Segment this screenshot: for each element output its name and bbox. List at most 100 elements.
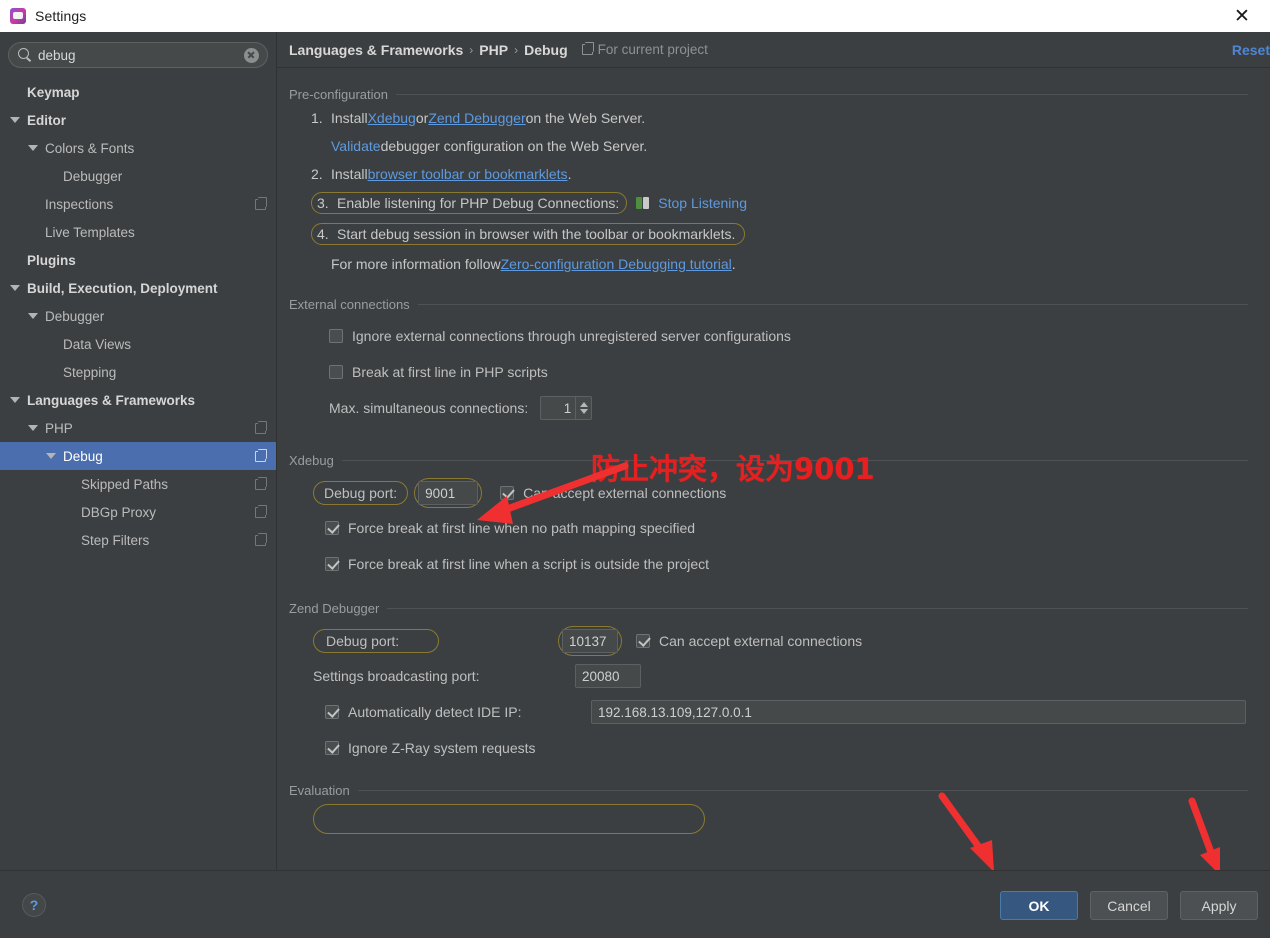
zend-debug-port-row: Debug port: 10137 Can accept external co… [313, 624, 1270, 658]
sidebar-item-label: Colors & Fonts [45, 140, 135, 156]
sidebar-item-stepping[interactable]: Stepping [0, 358, 276, 386]
browser-toolbar-link[interactable]: browser toolbar or bookmarklets [368, 166, 568, 182]
step-number: 3. [317, 195, 329, 211]
clear-icon[interactable] [244, 47, 259, 63]
zend-broadcast-row: Settings broadcasting port: 20080 [313, 658, 1270, 694]
breadcrumb-item-2[interactable]: Debug [524, 42, 568, 58]
settings-tree: Keymap Editor Colors & Fonts Debugger Inspec… [0, 78, 276, 554]
xdebug-debug-port-input[interactable]: 9001 [418, 481, 479, 505]
search-icon [17, 47, 33, 63]
zend-ignore-zray-row[interactable]: Ignore Z-Ray system requests [313, 730, 1270, 766]
chevron-down-icon[interactable] [46, 451, 57, 462]
break-first-line-label: Break at first line in PHP scripts [352, 364, 548, 380]
preconfig-more-info: For more information follow Zero-configu… [311, 250, 1270, 278]
step-text-pre: Install [331, 166, 368, 182]
settings-dialog: Settings ✕ Keymap Editor Colors & Fonts Deb… [0, 0, 1270, 938]
force-break-no-mapping-checkbox[interactable] [325, 521, 339, 535]
preconfig-step-3: 3. Enable listening for PHP Debug Connec… [311, 188, 1270, 218]
phpstorm-logo-icon [10, 8, 26, 24]
sidebar-item-inspections[interactable]: Inspections [0, 190, 276, 218]
stop-listening-link[interactable]: Stop Listening [658, 195, 747, 211]
sidebar-item-php[interactable]: PHP [0, 414, 276, 442]
cancel-button[interactable]: Cancel [1090, 891, 1168, 920]
chevron-down-icon[interactable] [10, 395, 21, 406]
project-scope-label: For current project [597, 42, 708, 57]
sidebar-item-label: Inspections [45, 196, 114, 212]
break-first-line-checkbox[interactable] [329, 365, 343, 379]
force-break-no-mapping-label: Force break at first line when no path m… [348, 520, 696, 536]
break-first-line-row[interactable]: Break at first line in PHP scripts [329, 354, 1270, 390]
sidebar-item-skipped-paths[interactable]: Skipped Paths [0, 470, 276, 498]
force-break-outside-label: Force break at first line when a script … [348, 556, 710, 572]
chevron-down-icon[interactable] [10, 115, 21, 126]
search-input[interactable] [38, 44, 244, 66]
sidebar-item-data-views[interactable]: Data Views [0, 330, 276, 358]
validate-link[interactable]: Validate [331, 138, 381, 154]
sidebar-item-label: Live Templates [45, 224, 135, 240]
zend-broadcast-input[interactable]: 20080 [575, 664, 641, 688]
preconfig-step-2: 2. Install browser toolbar or bookmarkle… [311, 160, 1270, 188]
chevron-down-icon[interactable] [28, 143, 39, 154]
close-icon[interactable]: ✕ [1220, 0, 1264, 32]
ignore-external-connections-row[interactable]: Ignore external connections through unre… [329, 318, 1270, 354]
chevron-down-icon[interactable] [28, 311, 39, 322]
zend-auto-detect-ip-checkbox[interactable] [325, 705, 339, 719]
sidebar-item-dbgp-proxy[interactable]: DBGp Proxy [0, 498, 276, 526]
section-title-evaluation: Evaluation [289, 782, 350, 798]
sidebar-item-label: Debugger [63, 168, 123, 184]
stop-listening-icon[interactable] [636, 196, 651, 211]
section-pre-configuration: Pre-configuration 1. Install Xdebug or Z… [289, 84, 1270, 278]
sidebar-item-debugger[interactable]: Debugger [0, 302, 276, 330]
sidebar-item-label: Step Filters [81, 532, 150, 548]
annotation-note-text: 防止冲突，设为9001 [591, 452, 875, 486]
chevron-down-icon[interactable] [10, 283, 21, 294]
sidebar-item-debug[interactable]: Debug [0, 442, 276, 470]
zend-debugger-link[interactable]: Zend Debugger [428, 110, 525, 126]
zend-can-accept-checkbox[interactable] [636, 634, 650, 648]
apply-button[interactable]: Apply [1180, 891, 1258, 920]
highlight-oval-zend-port-field: 10137 [558, 626, 622, 656]
ignore-external-connections-checkbox[interactable] [329, 329, 343, 343]
sidebar-item-build-execution-deployment[interactable]: Build, Execution, Deployment [0, 274, 276, 302]
project-scope-icon [255, 196, 267, 210]
highlight-oval-xdebug-port-label: Debug port: [313, 481, 409, 505]
breadcrumb: Languages & Frameworks › PHP › Debug For… [277, 32, 1270, 68]
sidebar-item-languages-frameworks[interactable]: Languages & Frameworks [0, 386, 276, 414]
help-button[interactable]: ? [22, 893, 46, 917]
sidebar-item-live-templates[interactable]: Live Templates [0, 218, 276, 246]
sidebar-item-debugger[interactable]: Debugger [0, 162, 276, 190]
xdebug-can-accept-checkbox[interactable] [500, 486, 515, 500]
zend-ip-input[interactable]: 192.168.13.109,127.0.0.1 [591, 700, 1246, 724]
reset-link[interactable]: Reset [1232, 42, 1270, 58]
sidebar-item-plugins[interactable]: Plugins [0, 246, 276, 274]
preconfig-validate-row: Validate debugger configuration on the W… [311, 132, 1270, 160]
sidebar-item-keymap[interactable]: Keymap [0, 78, 276, 106]
ignore-external-connections-label: Ignore external connections through unre… [352, 328, 791, 344]
chevron-down-icon[interactable] [28, 423, 39, 434]
sidebar-item-colors-fonts[interactable]: Colors & Fonts [0, 134, 276, 162]
search-box[interactable] [8, 42, 268, 68]
sidebar-item-label: Keymap [27, 84, 80, 100]
max-connections-stepper[interactable]: 1 [540, 396, 593, 420]
zend-debug-port-input[interactable]: 10137 [562, 629, 618, 653]
breadcrumb-item-0[interactable]: Languages & Frameworks [289, 42, 463, 58]
force-break-no-mapping-row[interactable]: Force break at first line when no path m… [313, 510, 1270, 546]
force-break-outside-row[interactable]: Force break at first line when a script … [313, 546, 1270, 582]
window-titlebar: Settings ✕ [0, 0, 1270, 32]
zero-config-tutorial-link[interactable]: Zero-configuration Debugging tutorial [501, 256, 732, 272]
preconfig-step-1: 1. Install Xdebug or Zend Debugger on th… [311, 104, 1270, 132]
ok-button[interactable]: OK [1000, 891, 1078, 920]
xdebug-link[interactable]: Xdebug [368, 110, 416, 126]
force-break-outside-checkbox[interactable] [325, 557, 339, 571]
breadcrumb-item-1[interactable]: PHP [479, 42, 508, 58]
sidebar-item-step-filters[interactable]: Step Filters [0, 526, 276, 554]
sidebar-item-editor[interactable]: Editor [0, 106, 276, 134]
stepper-arrows-icon[interactable] [575, 397, 591, 419]
max-connections-value[interactable]: 1 [541, 397, 575, 419]
zend-ignore-zray-checkbox[interactable] [325, 741, 339, 755]
sidebar-item-label: PHP [45, 420, 73, 436]
